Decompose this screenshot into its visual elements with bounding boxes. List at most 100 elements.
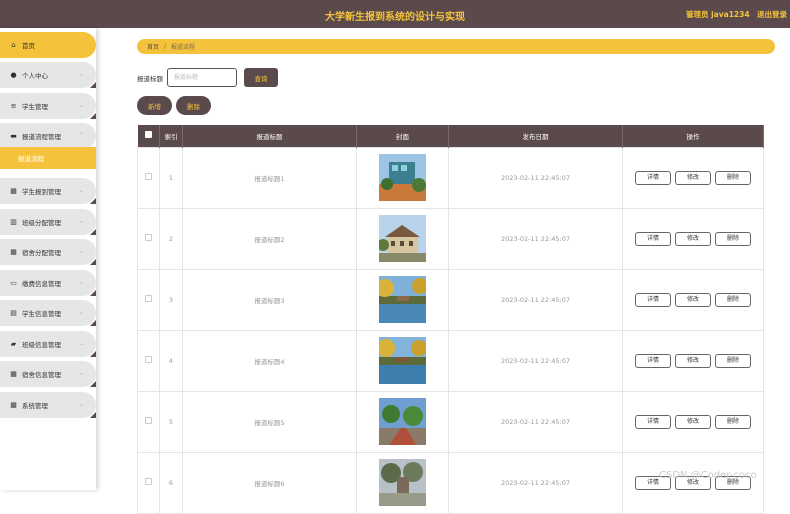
table-header-row: 索引 报道标题 封面 发布日期 操作 (137, 125, 764, 147)
chevron-down-icon: ⌄ (78, 248, 84, 255)
edit-button[interactable]: 修改 (675, 170, 711, 185)
actions-cell: 详情 修改 删除 (622, 146, 764, 209)
cover-image (379, 276, 426, 323)
sidebar-item-home[interactable]: ⌂ 首页 (0, 32, 96, 58)
title-cell: 报道标题1 (182, 146, 357, 209)
current-user: 管理员 java1234 (686, 10, 750, 19)
sidebar-item-label: 系统管理 (22, 402, 48, 410)
logout-link[interactable]: 退出登录 (757, 9, 787, 20)
query-button[interactable]: 查询 (244, 68, 278, 87)
corner-decoration (90, 412, 96, 418)
chevron-down-icon: ⌄ (78, 309, 84, 316)
sidebar-item-personal-center[interactable]: ● 个人中心 ⌄ (0, 62, 96, 88)
corner-decoration (90, 381, 96, 387)
delete-button[interactable]: 删除 (715, 353, 751, 368)
cover-cell (356, 207, 449, 270)
index-cell: 6 (159, 451, 183, 514)
person-icon: ● (10, 70, 17, 79)
cover-cell (356, 329, 449, 392)
sidebar-item-label: 学生信息管理 (22, 310, 61, 318)
grid-icon: ▦ (10, 400, 17, 409)
edit-button[interactable]: 修改 (675, 353, 711, 368)
list-icon: ≡ (10, 101, 17, 110)
batch-delete-button[interactable]: 删除 (176, 96, 211, 115)
add-button[interactable]: 新增 (137, 96, 172, 115)
sidebar-item-payment-info[interactable]: ▭ 缴费信息管理 ⌄ (0, 270, 96, 296)
row-checkbox[interactable] (145, 295, 152, 302)
sidebar-item-dorm-assignment[interactable]: ▦ 宿舍分配管理 ⌄ (0, 239, 96, 265)
briefcase-icon: ▬ (10, 131, 17, 140)
id-card-icon: ▰ (10, 339, 17, 348)
delete-button[interactable]: 删除 (715, 231, 751, 246)
table-row: 6 报道标题6 2023-02-11 22:45:07 详情 修改 删除 (137, 451, 764, 514)
chevron-down-icon: ⌄ (78, 340, 84, 347)
edit-button[interactable]: 修改 (675, 292, 711, 307)
detail-button[interactable]: 详情 (635, 170, 671, 185)
chevron-down-icon: ⌄ (78, 370, 84, 377)
actions-cell: 详情 修改 删除 (622, 451, 764, 514)
sidebar-item-registration-management[interactable]: ▦ 学生报到管理 ⌄ (0, 178, 96, 204)
index-cell: 1 (159, 146, 183, 209)
row-select-cell (137, 451, 160, 514)
row-checkbox[interactable] (145, 417, 152, 424)
row-checkbox[interactable] (145, 234, 152, 241)
cover-cell (356, 451, 449, 514)
row-checkbox[interactable] (145, 478, 152, 485)
index-cell: 2 (159, 207, 183, 270)
sidebar-item-student-management[interactable]: ≡ 学生管理 ⌄ (0, 93, 96, 119)
sidebar-item-label: 首页 (22, 42, 35, 50)
sidebar-item-class-info[interactable]: ▰ 班级信息管理 ⌄ (0, 331, 96, 357)
breadcrumb-current: 报道流程 (171, 44, 196, 51)
sidebar-item-label: 缴费信息管理 (22, 280, 61, 288)
table-row: 1 报道标题1 2023-02-11 22:45:07 详情 修改 删除 (137, 146, 764, 209)
sidebar-item-label: 班级信息管理 (22, 341, 61, 349)
delete-button[interactable]: 删除 (715, 414, 751, 429)
sidebar-item-label: 宿舍分配管理 (22, 249, 61, 257)
sidebar-item-label: 学生管理 (22, 103, 48, 111)
breadcrumb-home[interactable]: 首页 (147, 42, 159, 51)
detail-button[interactable]: 详情 (635, 414, 671, 429)
watermark: CSDN @Coder-coco (659, 470, 757, 481)
index-cell: 4 (159, 329, 183, 392)
edit-button[interactable]: 修改 (675, 231, 711, 246)
select-all-checkbox[interactable] (144, 131, 152, 139)
sidebar-item-label: 班级分配管理 (22, 219, 61, 227)
row-select-cell (137, 390, 160, 453)
sidebar-subitem-process[interactable]: 报道流程 (0, 147, 96, 169)
building-icon: ▥ (10, 217, 17, 226)
app-title: 大学新生报到系统的设计与实现 (325, 12, 465, 23)
delete-button[interactable]: 删除 (715, 292, 751, 307)
report-table: 索引 报道标题 封面 发布日期 操作 1 报道标题1 2023-02-11 22:4… (137, 125, 764, 514)
detail-button[interactable]: 详情 (635, 292, 671, 307)
breadcrumb: 首页 / 报道流程 (137, 39, 775, 54)
search-input[interactable] (167, 68, 237, 87)
column-header: 发布日期 (448, 125, 623, 147)
detail-button[interactable]: 详情 (635, 231, 671, 246)
sidebar-item-label: 宿舍信息管理 (22, 371, 61, 379)
clipboard-icon: ▤ (10, 308, 17, 317)
cover-cell (356, 146, 449, 209)
chevron-down-icon: ⌄ (78, 279, 84, 286)
corner-decoration (90, 198, 96, 204)
date-cell: 2023-02-11 22:45:07 (448, 329, 623, 392)
table-row: 2 报道标题2 2023-02-11 22:45:07 详情 修改 删除 (137, 207, 764, 270)
date-cell: 2023-02-11 22:45:07 (448, 268, 623, 331)
sidebar-item-system[interactable]: ▦ 系统管理 ⌄ (0, 392, 96, 418)
sidebar: ⌂ 首页 ● 个人中心 ⌄ ≡ 学生管理 ⌄ ▬ 报道流程管理 ⌃ 报道流程 ▦… (0, 28, 96, 490)
sidebar-item-dorm-info[interactable]: ▦ 宿舍信息管理 ⌄ (0, 361, 96, 387)
corner-decoration (90, 351, 96, 357)
row-checkbox[interactable] (145, 173, 152, 180)
select-all-cell (137, 125, 160, 147)
row-checkbox[interactable] (145, 356, 152, 363)
sidebar-item-student-info[interactable]: ▤ 学生信息管理 ⌄ (0, 300, 96, 326)
edit-button[interactable]: 修改 (675, 414, 711, 429)
index-cell: 5 (159, 390, 183, 453)
cover-image (379, 459, 426, 506)
grid-icon: ▦ (10, 247, 17, 256)
delete-button[interactable]: 删除 (715, 170, 751, 185)
sidebar-item-process-management[interactable]: ▬ 报道流程管理 ⌃ (0, 123, 96, 149)
date-cell: 2023-02-11 22:45:07 (448, 390, 623, 453)
sidebar-item-class-assignment[interactable]: ▥ 班级分配管理 ⌄ (0, 209, 96, 235)
date-cell: 2023-02-11 22:45:07 (448, 207, 623, 270)
detail-button[interactable]: 详情 (635, 353, 671, 368)
